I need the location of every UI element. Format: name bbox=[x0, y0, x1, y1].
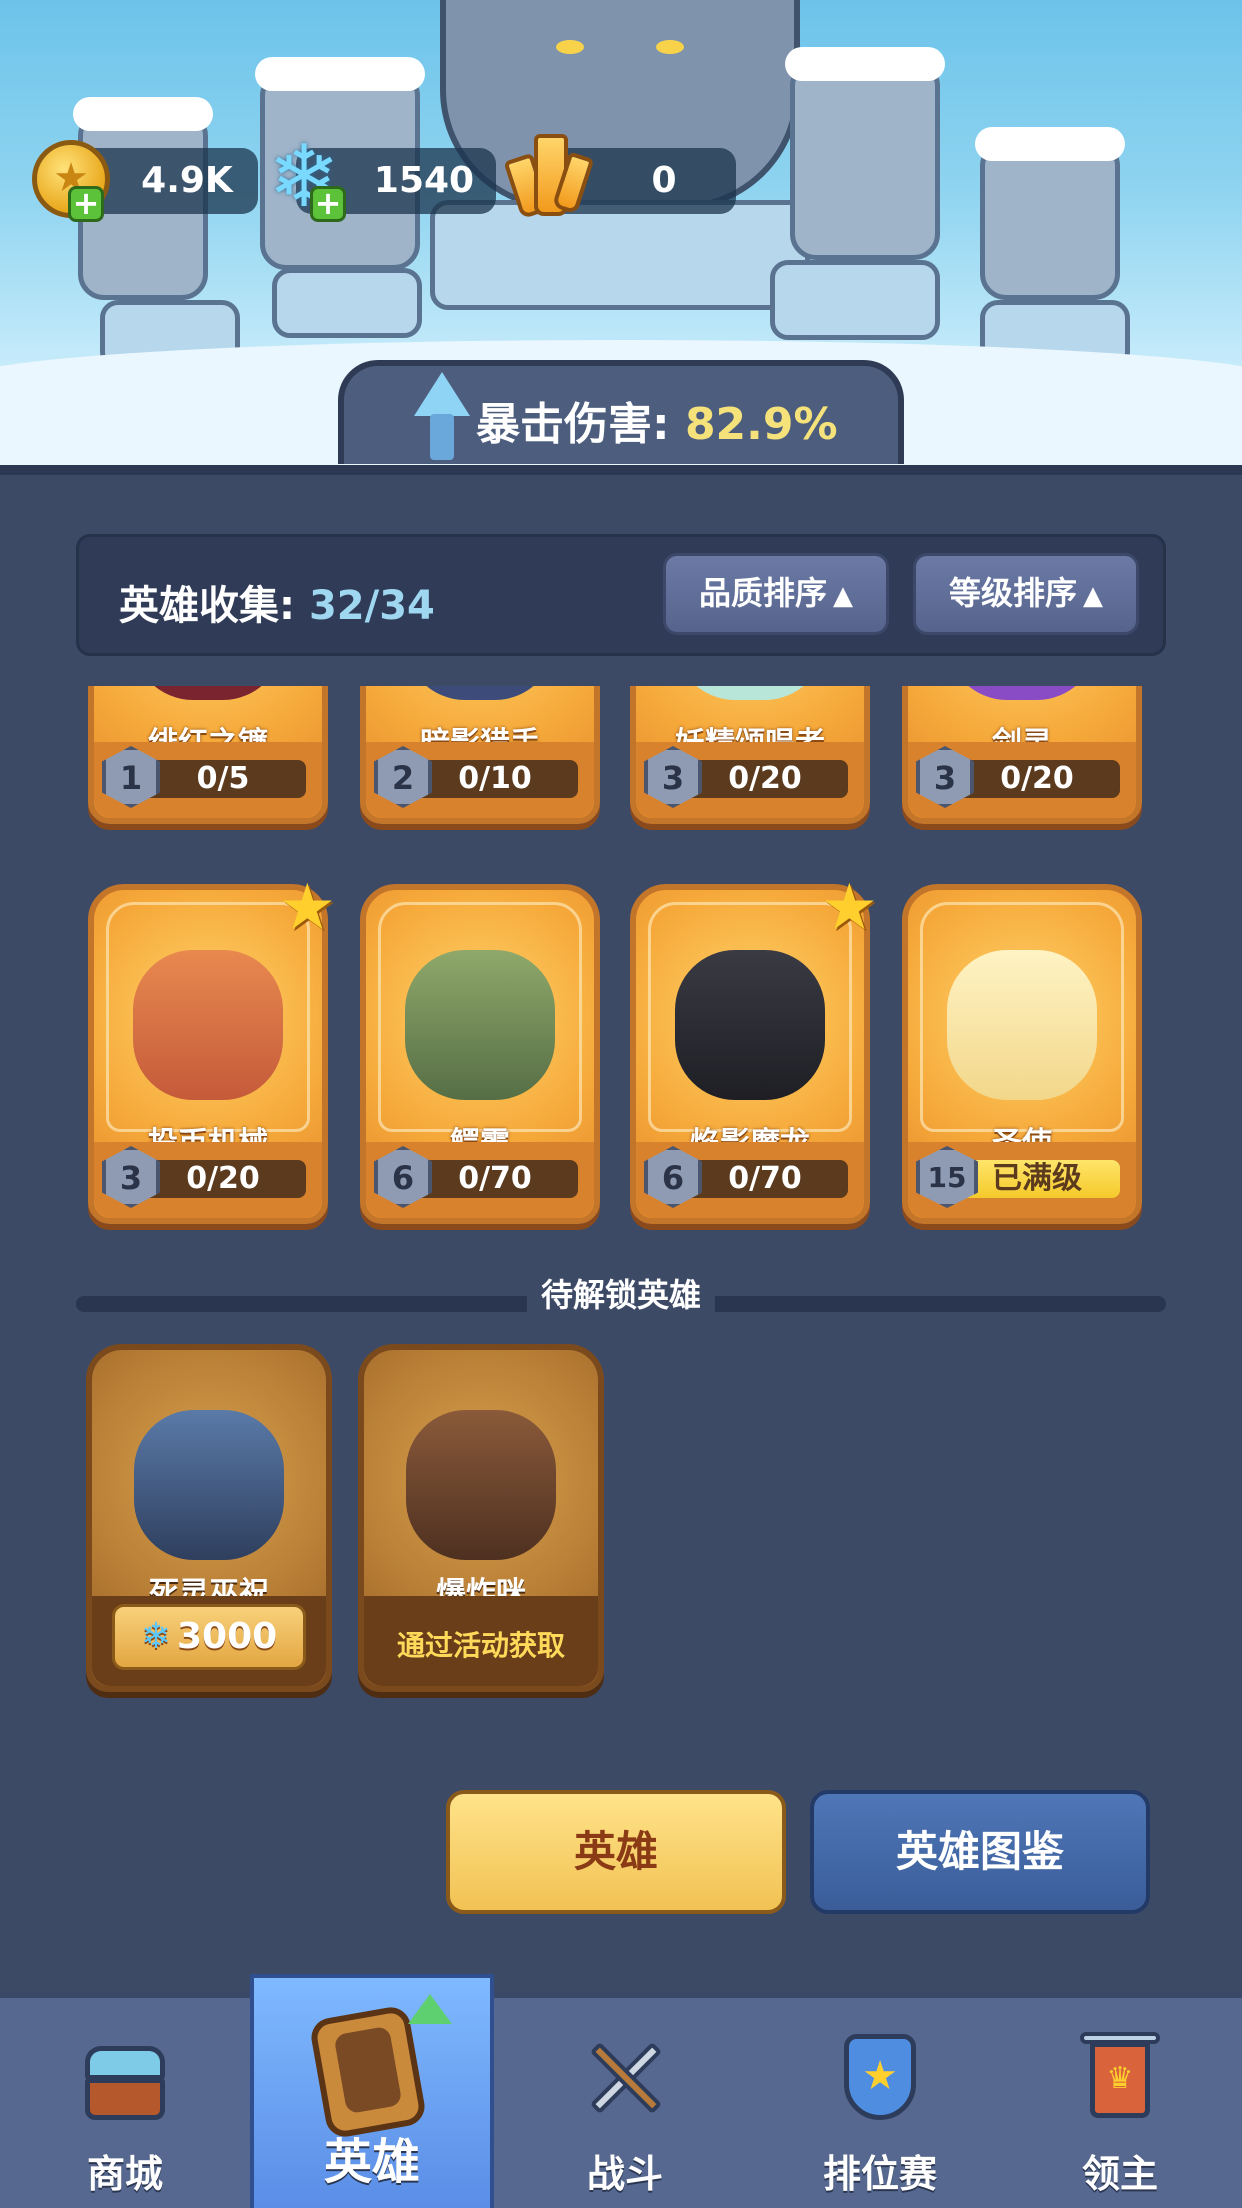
pedestal bbox=[272, 268, 422, 338]
hero-progress-max: 已满级 bbox=[954, 1160, 1120, 1198]
unlock-price: 3000 bbox=[176, 1616, 278, 1657]
amber-crystal-icon bbox=[503, 130, 595, 226]
statue bbox=[785, 47, 945, 260]
crit-damage-text: 暴击伤害: 82.9% bbox=[476, 388, 838, 452]
nav-ranked[interactable]: ★ 排位赛 bbox=[780, 1998, 980, 2208]
hero-card[interactable]: 暗影猎手 0/10 2 bbox=[360, 686, 600, 824]
sort-level-label: 等级排序 bbox=[948, 574, 1077, 612]
add-gem-icon[interactable]: + bbox=[310, 186, 346, 222]
star-icon: ★ bbox=[278, 871, 336, 945]
rank-shield-icon: ★ bbox=[830, 2028, 930, 2128]
crocodile-hero-icon bbox=[405, 950, 555, 1100]
hero-progress: 0/20 bbox=[140, 1160, 306, 1198]
crystal-value: 0 bbox=[651, 160, 677, 201]
sort-arrow-icon: ▲ bbox=[1083, 581, 1103, 611]
pedestal bbox=[430, 200, 810, 310]
hero-card[interactable]: 妖精颂唱者 0/20 3 bbox=[630, 686, 870, 824]
collection-count: 英雄收集: 32/34 bbox=[119, 573, 435, 631]
locked-hero-card[interactable]: 爆炸咪 通过活动获取 bbox=[358, 1344, 604, 1692]
angel-hero-icon bbox=[947, 950, 1097, 1100]
collection-label: 英雄收集: bbox=[119, 583, 295, 629]
crossed-weapons-icon bbox=[575, 2028, 675, 2128]
statue-eye bbox=[556, 40, 584, 54]
hero-card[interactable]: 投币机械 0/20 3 ★ bbox=[88, 876, 336, 1224]
pedestal bbox=[770, 260, 940, 340]
hero-card-icon bbox=[308, 1994, 452, 2140]
hero-progress: 0/20 bbox=[954, 760, 1120, 798]
statue bbox=[975, 127, 1125, 300]
hero-portrait bbox=[405, 686, 555, 700]
hero-progress: 0/5 bbox=[140, 760, 306, 798]
hero-card[interactable]: 焰影魔龙 0/70 6 ★ bbox=[630, 876, 878, 1224]
snowflake-gem-icon: ❄ bbox=[140, 1616, 171, 1657]
sort-by-quality-button[interactable]: 品质排序 ▲ bbox=[663, 553, 889, 635]
gold-value: 4.9K bbox=[141, 160, 233, 201]
hero-progress: 0/70 bbox=[412, 1160, 578, 1198]
slot-machine-hero-icon bbox=[133, 950, 283, 1100]
hero-portrait bbox=[675, 686, 825, 700]
hero-progress: 0/20 bbox=[682, 760, 848, 798]
hero-tab-button[interactable]: 英雄 bbox=[446, 1790, 786, 1914]
statue-eye bbox=[656, 40, 684, 54]
bottom-navigation: 商城 英雄 战斗 ★ 排位赛 ♛ 领主 bbox=[0, 1974, 1242, 2208]
collection-header: 英雄收集: 32/34 品质排序 ▲ 等级排序 ▲ bbox=[76, 534, 1166, 656]
hero-card-grid: 绯红之镰 0/5 1 暗影猎手 0/10 2 妖精颂唱者 0/20 3 剑灵 0… bbox=[0, 686, 1242, 1246]
unlock-price-button[interactable]: ❄ 3000 bbox=[112, 1604, 306, 1670]
hero-card[interactable]: 鳄霸 0/70 6 bbox=[360, 884, 600, 1224]
crit-value: 82.9% bbox=[684, 399, 838, 450]
locked-heroes-title: 待解锁英雄 bbox=[0, 1270, 1242, 1316]
hero-card[interactable]: 绯红之镰 0/5 1 bbox=[88, 686, 328, 824]
hero-portrait bbox=[133, 686, 283, 700]
nav-lord[interactable]: ♛ 领主 bbox=[1020, 1998, 1220, 2208]
nav-lord-label: 领主 bbox=[1081, 2152, 1158, 2196]
up-arrow-icon bbox=[414, 372, 470, 416]
unlock-via-event-note: 通过活动获取 bbox=[396, 1629, 565, 1662]
nav-hero[interactable]: 英雄 bbox=[250, 1974, 494, 2208]
hero-card[interactable]: 剑灵 0/20 3 bbox=[902, 686, 1142, 824]
crit-damage-banner: 暴击伤害: 82.9% bbox=[338, 360, 904, 464]
nav-hero-label: 英雄 bbox=[323, 2134, 420, 2190]
locked-heroes-label: 待解锁英雄 bbox=[526, 1276, 715, 1314]
hero-progress: 0/70 bbox=[682, 1160, 848, 1198]
nav-ranked-label: 排位赛 bbox=[822, 2152, 937, 2196]
nav-battle-label: 战斗 bbox=[586, 2152, 663, 2196]
gem-value: 1540 bbox=[373, 160, 475, 201]
locked-hero-card[interactable]: 死灵巫祝 ❄ 3000 bbox=[86, 1344, 332, 1692]
shop-chest-icon bbox=[75, 2028, 175, 2128]
collection-count-value: 32/34 bbox=[308, 583, 435, 629]
crit-label: 暴击伤害: bbox=[476, 399, 670, 450]
hero-codex-button[interactable]: 英雄图鉴 bbox=[810, 1790, 1150, 1914]
add-gold-icon[interactable]: + bbox=[68, 186, 104, 222]
nav-battle[interactable]: 战斗 bbox=[520, 1998, 730, 2208]
panel-divider bbox=[0, 465, 1242, 475]
sort-arrow-icon: ▲ bbox=[833, 581, 853, 611]
necromancer-hero-icon bbox=[134, 1410, 284, 1560]
hero-progress: 0/10 bbox=[412, 760, 578, 798]
shadow-dragon-hero-icon bbox=[675, 950, 825, 1100]
sort-quality-label: 品质排序 bbox=[698, 574, 827, 612]
nav-shop-label: 商城 bbox=[86, 2152, 163, 2196]
star-icon: ★ bbox=[820, 871, 878, 945]
hero-card[interactable]: 圣使 已满级 15 bbox=[902, 884, 1142, 1224]
sort-by-level-button[interactable]: 等级排序 ▲ bbox=[913, 553, 1139, 635]
up-arrow-stem bbox=[430, 414, 454, 460]
cat-bomber-hero-icon bbox=[406, 1410, 556, 1560]
nav-shop[interactable]: 商城 bbox=[0, 1998, 250, 2208]
hero-portrait bbox=[947, 686, 1097, 700]
crown-banner-icon: ♛ bbox=[1070, 2028, 1170, 2128]
